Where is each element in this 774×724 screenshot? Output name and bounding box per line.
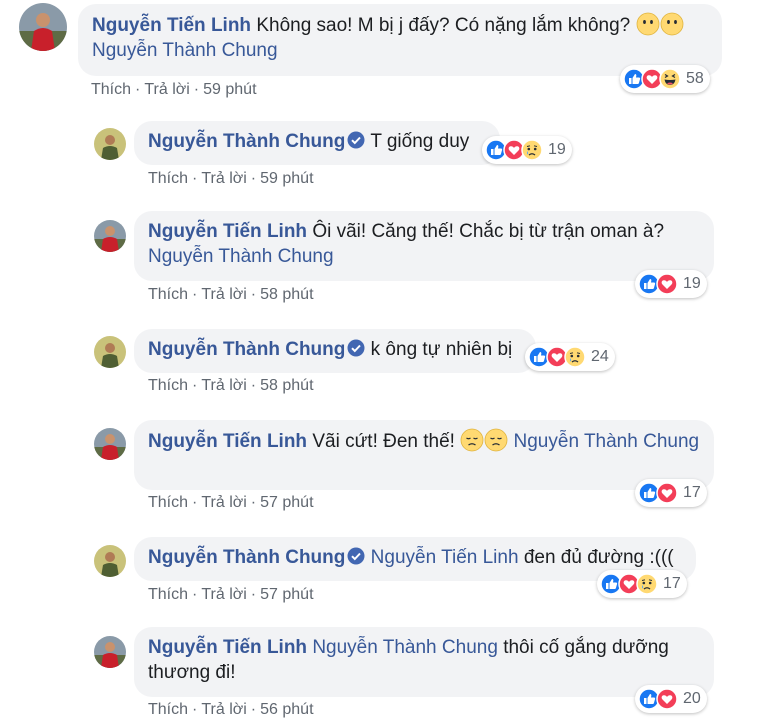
like-link[interactable]: Thích <box>148 170 188 187</box>
comment-actions: Thích · Trả lời · 59 phút <box>91 81 257 98</box>
comment-actions: Thích · Trả lời · 57 phút <box>148 586 314 603</box>
timestamp[interactable]: 57 phút <box>260 494 313 511</box>
reaction-summary[interactable]: 17 <box>635 479 707 507</box>
avatar[interactable] <box>19 3 67 51</box>
comment-bubble: Nguyễn Thành Chung T giống duy <box>134 121 500 165</box>
sad-reaction-icon <box>521 139 543 161</box>
comment-author[interactable]: Nguyễn Thành Chung <box>148 339 345 360</box>
reply-link[interactable]: Trả lời <box>201 286 246 303</box>
comment-actions: Thích · Trả lời · 59 phút <box>148 170 314 187</box>
comment-bubble: Nguyễn Tiến Linh Không sao! M bị j đấy? … <box>78 4 722 76</box>
avatar[interactable] <box>94 636 126 668</box>
comment-author[interactable]: Nguyễn Tiến Linh <box>92 15 251 36</box>
avatar[interactable] <box>94 428 126 460</box>
reply-link[interactable]: Trả lời <box>201 170 246 187</box>
reaction-count: 19 <box>683 275 701 292</box>
like-link[interactable]: Thích <box>148 286 188 303</box>
comment-actions: Thích · Trả lời · 57 phút <box>148 494 314 511</box>
mention-link[interactable]: Nguyễn Thành Chung <box>312 637 498 658</box>
comment-actions: Thích · Trả lời · 56 phút <box>148 701 314 718</box>
haha-reaction-icon <box>659 68 681 90</box>
reply-link[interactable]: Trả lời <box>201 701 246 718</box>
comment-bubble: Nguyễn Tiến Linh Nguyễn Thành Chung thôi… <box>134 627 714 697</box>
reaction-count: 58 <box>686 70 704 87</box>
comment-actions: Thích · Trả lời · 58 phút <box>148 286 314 303</box>
like-link[interactable]: Thích <box>91 81 131 98</box>
comment-bubble: Nguyễn Thành Chung k ông tự nhiên bị <box>134 329 536 373</box>
comment-author[interactable]: Nguyễn Tiến Linh <box>148 637 307 658</box>
reaction-summary[interactable]: 24 <box>525 343 615 371</box>
comment-author[interactable]: Nguyễn Thành Chung <box>148 131 345 152</box>
blank-face-icon <box>660 12 684 36</box>
mention-link[interactable]: Nguyễn Thành Chung <box>514 431 700 452</box>
comment-actions: Thích · Trả lời · 58 phút <box>148 377 314 394</box>
comment-text-continued: thương đi! <box>148 662 236 683</box>
like-link[interactable]: Thích <box>148 494 188 511</box>
blank-face-icon <box>636 12 660 36</box>
sad-reaction-icon <box>636 573 658 595</box>
like-link[interactable]: Thích <box>148 377 188 394</box>
timestamp[interactable]: 58 phút <box>260 377 313 394</box>
reaction-summary[interactable]: 19 <box>482 136 572 164</box>
reaction-count: 20 <box>683 690 701 707</box>
like-link[interactable]: Thích <box>148 701 188 718</box>
reply-link[interactable]: Trả lời <box>201 494 246 511</box>
like-link[interactable]: Thích <box>148 586 188 603</box>
timestamp[interactable]: 59 phút <box>203 81 256 98</box>
timestamp[interactable]: 58 phút <box>260 286 313 303</box>
reaction-count: 17 <box>683 484 701 501</box>
comment-author[interactable]: Nguyễn Thành Chung <box>148 547 345 568</box>
love-reaction-icon <box>656 688 678 710</box>
comment-bubble: Nguyễn Tiến Linh Ôi vãi! Căng thế! Chắc … <box>134 211 714 281</box>
comment-text: Vãi cứt! Đen thế! <box>312 431 455 452</box>
disappointed-face-icon <box>484 428 508 452</box>
mention-link[interactable]: Nguyễn Tiến Linh <box>371 547 519 568</box>
comment-text: đen đủ đường :((( <box>523 547 674 568</box>
reaction-count: 24 <box>591 348 609 365</box>
reply-link[interactable]: Trả lời <box>201 377 246 394</box>
reaction-summary[interactable]: 58 <box>620 65 710 93</box>
comment-text: Không sao! M bị j đấy? Có nặng lắm không… <box>256 15 631 36</box>
love-reaction-icon <box>656 273 678 295</box>
comment-text: Ôi vãi! Căng thế! Chắc bị từ trận oman à… <box>312 221 665 242</box>
comment-text: T giống duy <box>370 131 470 152</box>
verified-badge-icon <box>347 131 365 149</box>
comment-text: thôi cố gắng dưỡng <box>503 637 669 658</box>
mention-link[interactable]: Nguyễn Thành Chung <box>92 40 278 61</box>
timestamp[interactable]: 57 phút <box>260 586 313 603</box>
avatar[interactable] <box>94 128 126 160</box>
comment-author[interactable]: Nguyễn Tiến Linh <box>148 221 307 242</box>
verified-badge-icon <box>347 339 365 357</box>
reaction-summary[interactable]: 20 <box>635 685 707 713</box>
reaction-summary[interactable]: 19 <box>635 270 707 298</box>
sad-reaction-icon <box>564 346 586 368</box>
reply-link[interactable]: Trả lời <box>201 586 246 603</box>
comment-author[interactable]: Nguyễn Tiến Linh <box>148 431 307 452</box>
avatar[interactable] <box>94 336 126 368</box>
reply-link[interactable]: Trả lời <box>144 81 189 98</box>
avatar[interactable] <box>94 220 126 252</box>
reaction-count: 17 <box>663 575 681 592</box>
disappointed-face-icon <box>460 428 484 452</box>
verified-badge-icon <box>347 547 365 565</box>
timestamp[interactable]: 56 phút <box>260 701 313 718</box>
reaction-summary[interactable]: 17 <box>597 570 687 598</box>
reaction-count: 19 <box>548 141 566 158</box>
comment-bubble: Nguyễn Tiến Linh Vãi cứt! Đen thế! Nguyễ… <box>134 420 714 490</box>
love-reaction-icon <box>656 482 678 504</box>
avatar[interactable] <box>94 545 126 577</box>
mention-link[interactable]: Nguyễn Thành Chung <box>148 246 334 267</box>
timestamp[interactable]: 59 phút <box>260 170 313 187</box>
comment-text: k ông tự nhiên bị <box>370 339 513 360</box>
